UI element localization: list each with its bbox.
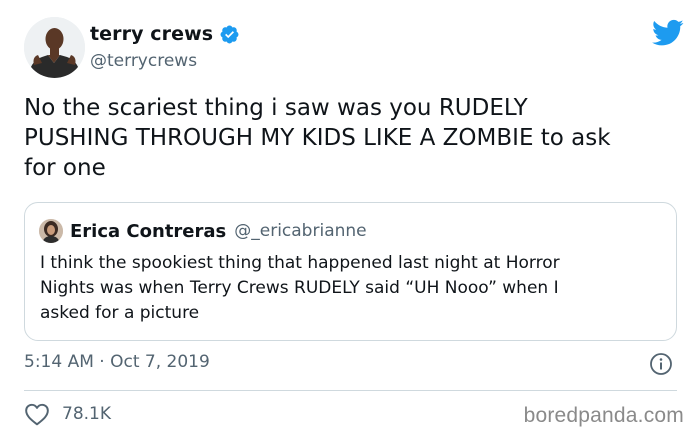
quoted-text-line: asked for a picture [40, 303, 200, 323]
tweet-text: No the scariest thing i saw was you RUDE… [24, 93, 684, 183]
quoted-author-avatar [39, 219, 63, 243]
author-display-name[interactable]: terry crews [90, 23, 213, 45]
divider [24, 390, 677, 391]
tweet-text-line: PUSHING THROUGH MY KIDS LIKE A ZOMBIE to… [24, 125, 611, 151]
quoted-text-line: Nights was when Terry Crews RUDELY said … [40, 278, 559, 298]
author-avatar[interactable] [24, 17, 85, 78]
tweet-text-line: for one [24, 155, 106, 181]
quoted-tweet-text: I think the spookiest thing that happene… [40, 251, 665, 326]
author-handle[interactable]: @terrycrews [90, 51, 197, 71]
tweet-timestamp[interactable]: 5:14 AM · Oct 7, 2019 [24, 352, 210, 372]
info-icon[interactable] [649, 352, 673, 376]
quoted-author-display-name[interactable]: Erica Contreras [70, 221, 226, 242]
heart-icon[interactable] [24, 402, 50, 426]
like-action[interactable]: 78.1K [24, 402, 111, 426]
tweet-text-line: No the scariest thing i saw was you RUDE… [24, 95, 528, 121]
twitter-bird-icon[interactable] [652, 19, 684, 47]
quoted-text-line: I think the spookiest thing that happene… [40, 253, 560, 273]
quoted-tweet-header: Erica Contreras @_ericabrianne [39, 219, 367, 243]
quoted-tweet-card[interactable]: Erica Contreras @_ericabrianne I think t… [24, 202, 677, 341]
author-name-row: terry crews [90, 23, 240, 45]
verified-badge-icon [219, 24, 240, 45]
watermark: boredpanda.com [523, 404, 684, 427]
tweet-header: terry crews @terrycrews [24, 17, 684, 81]
like-count: 78.1K [62, 404, 111, 424]
quoted-author-handle[interactable]: @_ericabrianne [234, 221, 366, 241]
